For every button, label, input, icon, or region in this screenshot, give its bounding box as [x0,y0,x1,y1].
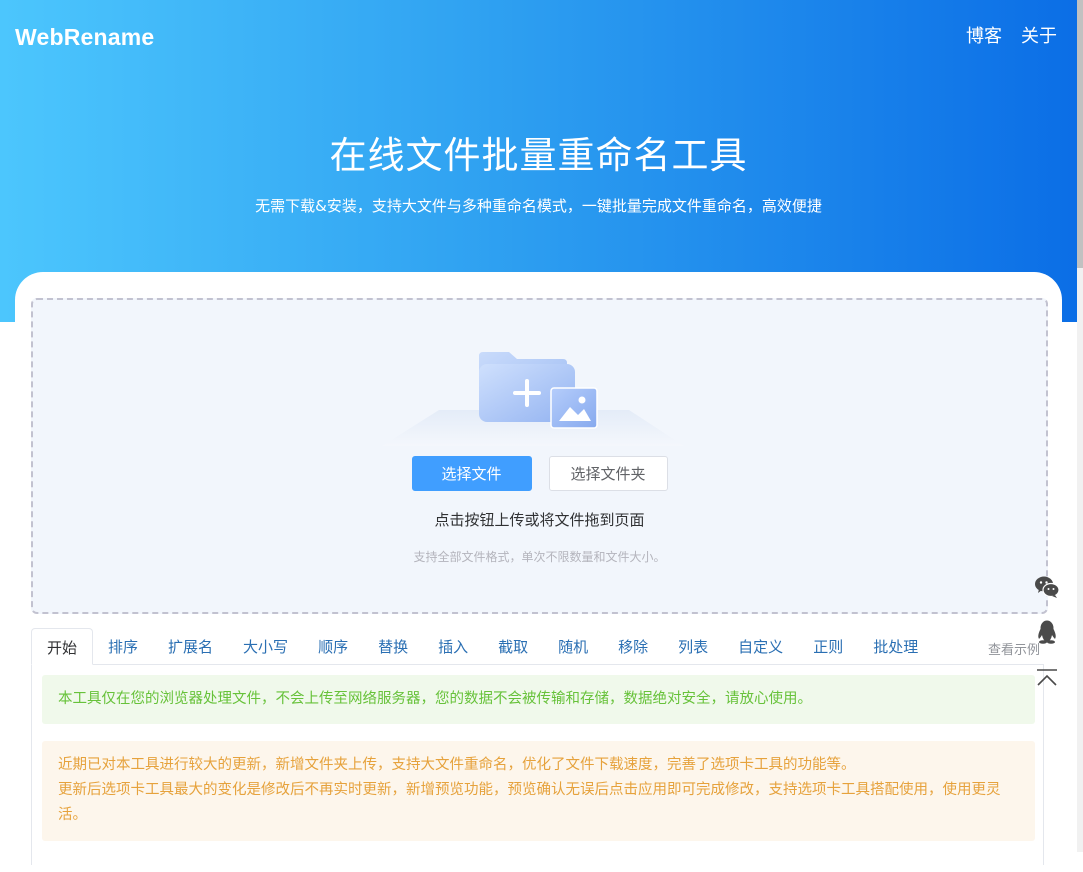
tab-remove[interactable]: 移除 [603,628,663,664]
tab-replace[interactable]: 替换 [363,628,423,664]
tab-sequence[interactable]: 顺序 [303,628,363,664]
folder-upload-icon [382,352,684,446]
privacy-notice: 本工具仅在您的浏览器处理文件，不会上传至网络服务器，您的数据不会被传输和存储，数… [42,675,1035,724]
site-logo[interactable]: WebRename [15,24,154,51]
tab-start[interactable]: 开始 [31,628,94,665]
select-files-button[interactable]: 选择文件 [411,456,532,491]
page-subtitle: 无需下载&安装，支持大文件与多种重命名模式，一键批量完成文件重命名，高效便捷 [255,197,822,215]
tab-extension[interactable]: 扩展名 [153,628,228,664]
top-nav: 博客 关于 [966,22,1057,48]
tab-random[interactable]: 随机 [543,628,603,664]
tab-regex[interactable]: 正则 [798,628,858,664]
qq-icon[interactable] [1034,619,1060,645]
view-example-link[interactable]: 查看示例 [988,639,1040,658]
update-notice-line: 更新后选项卡工具最大的变化是修改后不再实时更新，新增预览功能，预览确认无误后点击… [58,782,1001,823]
wechat-icon[interactable] [1034,574,1060,600]
upload-dropzone[interactable]: 选择文件 选择文件夹 点击按钮上传或将文件拖到页面 支持全部文件格式，单次不限数… [31,298,1048,614]
select-folder-button[interactable]: 选择文件夹 [548,456,668,491]
tab-custom[interactable]: 自定义 [723,628,798,664]
update-notice-line: 近期已对本工具进行较大的更新，新增文件夹上传，支持大文件重命名，优化了文件下载速… [58,757,856,773]
nav-link-blog[interactable]: 博客 [966,22,1002,48]
back-to-top-icon[interactable] [1034,666,1060,692]
drop-hint: 点击按钮上传或将文件拖到页面 [434,511,645,529]
tab-extract[interactable]: 截取 [483,628,543,664]
page-title: 在线文件批量重命名工具 [329,134,748,177]
drop-note: 支持全部文件格式，单次不限数量和文件大小。 [413,550,666,564]
tab-panel-start: 本工具仅在您的浏览器处理文件，不会上传至网络服务器，您的数据不会被传输和存储，数… [31,665,1044,865]
scrollbar-thumb[interactable] [1077,0,1083,268]
tool-tabs: 开始 排序 扩展名 大小写 顺序 替换 插入 截取 随机 移除 列表 自定义 正… [31,628,1044,865]
tab-case[interactable]: 大小写 [228,628,303,664]
update-notice: 近期已对本工具进行较大的更新，新增文件夹上传，支持大文件重命名，优化了文件下载速… [42,741,1035,841]
tab-list[interactable]: 列表 [663,628,723,664]
tab-batch[interactable]: 批处理 [858,628,933,664]
nav-link-about[interactable]: 关于 [1021,22,1057,48]
page-scrollbar[interactable] [1077,0,1083,852]
tab-sort[interactable]: 排序 [93,628,153,664]
upload-buttons: 选择文件 选择文件夹 [33,456,1046,491]
tab-insert[interactable]: 插入 [423,628,483,664]
tab-bar: 开始 排序 扩展名 大小写 顺序 替换 插入 截取 随机 移除 列表 自定义 正… [31,628,1044,665]
